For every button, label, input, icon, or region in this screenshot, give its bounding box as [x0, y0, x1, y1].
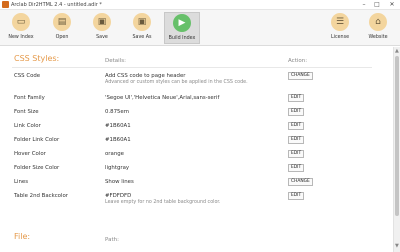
app-logo-icon	[2, 1, 9, 8]
license-button[interactable]: ☰ License	[322, 12, 358, 44]
setting-label: Table 2nd Backcolor	[14, 193, 68, 199]
open-label: Open	[55, 35, 69, 40]
save-button[interactable]: ▣ Save	[84, 12, 120, 44]
scrollbar-thumb[interactable]	[395, 56, 399, 216]
setting-label: Font Family	[14, 95, 45, 101]
edit-font-family-button[interactable]: EDIT	[288, 94, 305, 102]
settings-panel: CSS Styles: Details: Action: CSS Code Ad…	[0, 47, 393, 252]
details-header: Details:	[105, 58, 126, 64]
home-icon: ⌂	[369, 13, 387, 31]
website-button[interactable]: ⌂ Website	[360, 12, 396, 44]
setting-value: 0.875em	[105, 109, 129, 115]
save-as-label: Save As	[132, 35, 152, 40]
open-button[interactable]: ▤ Open	[44, 12, 80, 44]
setting-hint: Leave empty for no 2nd table background …	[105, 200, 221, 205]
maximize-button[interactable]: □	[371, 0, 383, 10]
toolbar: ▭ New Index ▤ Open ▣ Save ▣ Save As ▶ Bu…	[0, 10, 400, 46]
css-section-title: CSS Styles:	[14, 54, 60, 63]
edit-font-size-button[interactable]: EDIT	[288, 108, 305, 116]
license-label: License	[330, 35, 350, 40]
title-bar: Arclab Dir2HTML 2.4 - untitled.adir * – …	[0, 0, 400, 10]
setting-value: lightgray	[105, 165, 130, 171]
edit-link-color-button[interactable]: EDIT	[288, 122, 305, 130]
website-label: Website	[368, 35, 388, 40]
setting-label: Link Color	[14, 123, 41, 129]
scroll-down-arrow-icon[interactable]: ▼	[395, 243, 399, 249]
edit-folder-size-color-button[interactable]: EDIT	[288, 164, 305, 172]
save-as-button[interactable]: ▣ Save As	[124, 12, 160, 44]
save-as-icon: ▣	[133, 13, 151, 31]
new-index-button[interactable]: ▭ New Index	[3, 12, 39, 44]
license-icon: ☰	[331, 13, 349, 31]
save-label: Save	[96, 35, 108, 40]
change-css-code-button[interactable]: CHANGE	[288, 72, 313, 80]
edit-folder-link-color-button[interactable]: EDIT	[288, 136, 305, 144]
build-index-label: Build Index	[168, 36, 196, 41]
setting-value: 'Segoe UI','Helvetica Neue',Arial,sans-s…	[105, 95, 220, 101]
new-index-label: New Index	[8, 35, 34, 40]
setting-label: Folder Size Color	[14, 165, 60, 171]
close-button[interactable]: ✕	[384, 0, 400, 10]
setting-value: #1B60A1	[105, 123, 131, 129]
setting-value: orange	[105, 151, 124, 157]
setting-label: Lines	[14, 179, 29, 185]
scroll-up-arrow-icon[interactable]: ▲	[395, 48, 399, 54]
action-header: Action:	[288, 58, 308, 64]
edit-table-backcolor-button[interactable]: EDIT	[288, 192, 305, 200]
vertical-scrollbar[interactable]: ▲ ▼	[393, 47, 400, 252]
save-icon: ▣	[93, 13, 111, 31]
setting-label: Font Size	[14, 109, 39, 115]
change-lines-button[interactable]: CHANGE	[288, 178, 313, 186]
setting-label: CSS Code	[14, 73, 41, 79]
build-index-button[interactable]: ▶ Build Index	[164, 12, 200, 44]
path-header: Path:	[105, 237, 119, 243]
setting-value: Show lines	[105, 179, 134, 185]
setting-hint: Advanced or custom styles can be applied…	[105, 80, 248, 85]
folder-open-icon: ▤	[53, 13, 71, 31]
setting-label: Folder Link Color	[14, 137, 60, 143]
file-section-title: File:	[14, 232, 31, 241]
play-icon: ▶	[173, 14, 191, 32]
setting-label: Hover Color	[14, 151, 46, 157]
setting-value: #1B60A1	[105, 137, 131, 143]
window-title: Arclab Dir2HTML 2.4 - untitled.adir *	[11, 2, 102, 8]
edit-hover-color-button[interactable]: EDIT	[288, 150, 305, 158]
minimize-button[interactable]: –	[358, 0, 370, 10]
new-document-icon: ▭	[12, 13, 30, 31]
section-divider	[12, 67, 372, 68]
